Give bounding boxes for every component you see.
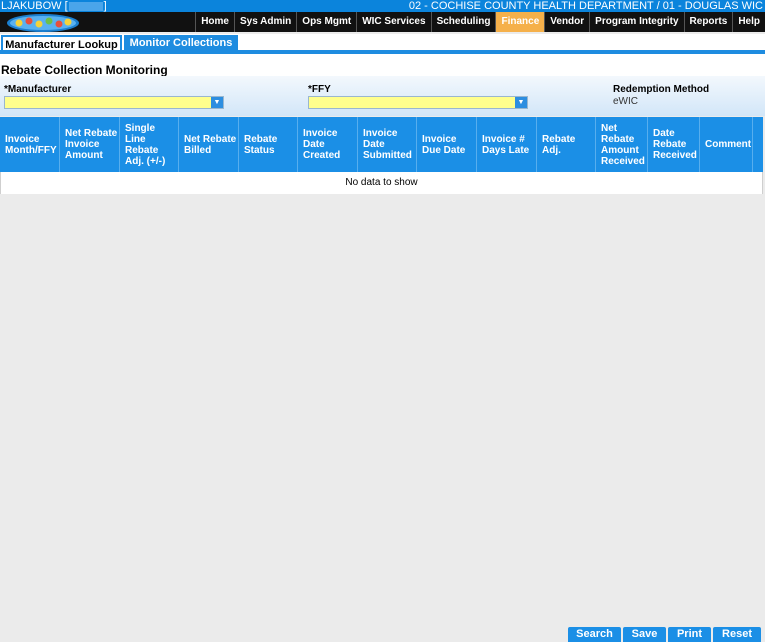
filter-panel: *Manufacturer ▼ *FFY ▼ Redemption Method…	[0, 76, 765, 116]
top-status-bar: LJAKUBOW [] 02 - COCHISE COUNTY HEALTH D…	[0, 0, 765, 12]
ffy-select[interactable]: ▼	[308, 96, 528, 109]
clinic-info: 02 - COCHISE COUNTY HEALTH DEPARTMENT / …	[408, 0, 763, 12]
col-invoice-due-date[interactable]: Invoice Due Date	[417, 117, 477, 172]
masked-text	[68, 1, 103, 11]
col-net-rebate-invoice-amount[interactable]: Net Rebate Invoice Amount	[60, 117, 120, 172]
col-invoice-date-created[interactable]: Invoice Date Created	[298, 117, 358, 172]
hands-logo-icon	[7, 14, 79, 32]
col-date-rebate-received[interactable]: Date Rebate Received	[648, 117, 700, 172]
reset-button[interactable]: Reset	[713, 627, 761, 642]
col-rebate-status[interactable]: Rebate Status	[239, 117, 298, 172]
main-nav: Home Sys Admin Ops Mgmt WIC Services Sch…	[0, 12, 765, 32]
nav-home[interactable]: Home	[195, 12, 234, 32]
redemption-method-label: Redemption Method	[613, 84, 710, 95]
chevron-down-icon[interactable]: ▼	[515, 97, 527, 108]
col-rebate-adj[interactable]: Rebate Adj.	[537, 117, 596, 172]
nav-sys-admin[interactable]: Sys Admin	[233, 12, 296, 32]
chevron-down-icon[interactable]: ▼	[211, 97, 223, 108]
ffy-label: *FFY	[308, 84, 331, 95]
col-invoice-date-submitted[interactable]: Invoice Date Submitted	[358, 117, 417, 172]
manufacturer-select[interactable]: ▼	[4, 96, 224, 109]
save-button[interactable]: Save	[623, 627, 666, 642]
search-button[interactable]: Search	[568, 627, 621, 642]
col-single-line-rebate-adj[interactable]: Single Line Rebate Adj. (+/-)	[120, 117, 179, 172]
col-net-rebate-amount-received[interactable]: Net Rebate Amount Received	[596, 117, 648, 172]
nav-vendor[interactable]: Vendor	[544, 12, 589, 32]
col-comment[interactable]: Comment	[700, 117, 753, 172]
grid-header-spacer	[753, 117, 763, 172]
redemption-method-value: eWIC	[613, 96, 638, 107]
manufacturer-label: *Manufacturer	[4, 84, 72, 95]
nav-program-integrity[interactable]: Program Integrity	[589, 12, 683, 32]
empty-grid-message: No data to show	[0, 172, 763, 194]
username-end: ]	[103, 0, 107, 12]
nav-wic-services[interactable]: WIC Services	[356, 12, 430, 32]
page-title: Rebate Collection Monitoring	[1, 63, 168, 77]
footer-toolbar: Search Save Print Reset	[566, 627, 761, 642]
col-net-rebate-billed[interactable]: Net Rebate Billed	[179, 117, 239, 172]
user-info: LJAKUBOW []	[1, 0, 107, 12]
nav-ops-mgmt[interactable]: Ops Mgmt	[296, 12, 356, 32]
nav-help[interactable]: Help	[732, 12, 765, 32]
col-invoice-month-ffy[interactable]: Invoice Month/FFY	[0, 117, 60, 172]
col-invoice-days-late[interactable]: Invoice # Days Late	[477, 117, 537, 172]
nav-reports[interactable]: Reports	[683, 12, 733, 32]
nav-scheduling[interactable]: Scheduling	[430, 12, 496, 32]
username: LJAKUBOW [	[1, 0, 68, 12]
nav-menu: Home Sys Admin Ops Mgmt WIC Services Sch…	[195, 12, 765, 32]
nav-finance[interactable]: Finance	[495, 12, 545, 32]
print-button[interactable]: Print	[668, 627, 711, 642]
grid-header: Invoice Month/FFY Net Rebate Invoice Amo…	[0, 117, 763, 172]
